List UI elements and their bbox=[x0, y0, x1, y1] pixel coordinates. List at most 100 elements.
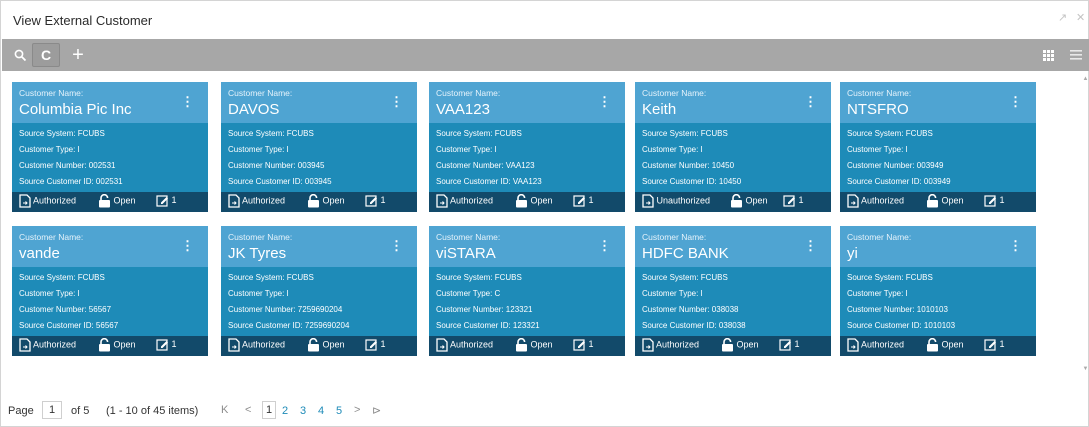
document-icon bbox=[228, 338, 240, 352]
authorization-status[interactable]: Authorized bbox=[847, 338, 904, 352]
more-options-icon[interactable]: ⋮ bbox=[1009, 238, 1022, 254]
vertical-scrollbar[interactable]: ▲ ▼ bbox=[1082, 76, 1089, 376]
toolbar: C + bbox=[2, 39, 1089, 71]
customer-card[interactable]: Customer Name: JK Tyres ⋮ Source System: FC… bbox=[221, 226, 417, 356]
card-footer: Authorized Open 1 bbox=[429, 336, 625, 356]
edit-count[interactable]: 1 bbox=[779, 338, 800, 351]
next-page-button[interactable]: > bbox=[354, 404, 360, 416]
prev-page-button[interactable]: < bbox=[245, 404, 251, 416]
source-system: Source System: FCUBS bbox=[19, 273, 105, 282]
page-link-2[interactable]: 2 bbox=[282, 405, 288, 417]
page-label: Page bbox=[8, 405, 34, 417]
more-options-icon[interactable]: ⋮ bbox=[598, 238, 611, 254]
customer-type: Customer Type: I bbox=[228, 145, 289, 154]
authorization-status[interactable]: Authorized bbox=[228, 194, 285, 208]
customer-card[interactable]: Customer Name: yi ⋮ Source System: FCUBS Cus… bbox=[840, 226, 1036, 356]
lock-status[interactable]: Open bbox=[926, 338, 964, 352]
unlock-icon bbox=[516, 338, 527, 352]
lock-status[interactable]: Open bbox=[515, 194, 553, 208]
edit-count[interactable]: 1 bbox=[984, 338, 1005, 351]
edit-count[interactable]: 1 bbox=[783, 194, 804, 207]
close-icon[interactable]: ✕ bbox=[1076, 11, 1085, 24]
lock-status[interactable]: Open bbox=[98, 338, 136, 352]
maximize-icon[interactable]: ↗ bbox=[1058, 11, 1067, 24]
customer-card[interactable]: Customer Name: Columbia Pic Inc ⋮ Source Sy… bbox=[12, 82, 208, 212]
customer-name-label: Customer Name: bbox=[19, 88, 84, 98]
lock-status[interactable]: Open bbox=[307, 194, 345, 208]
first-page-button[interactable]: K bbox=[221, 404, 228, 416]
lock-status[interactable]: Open bbox=[515, 338, 553, 352]
customer-number: Customer Number: 123321 bbox=[436, 305, 533, 314]
customer-card[interactable]: Customer Name: DAVOS ⋮ Source System: FCUBS… bbox=[221, 82, 417, 212]
customer-name-label: Customer Name: bbox=[228, 88, 293, 98]
lock-label: Open bbox=[113, 195, 136, 206]
scroll-down-icon[interactable]: ▼ bbox=[1082, 366, 1089, 372]
grid-view-icon[interactable] bbox=[1036, 43, 1060, 67]
lock-status[interactable]: Open bbox=[721, 338, 759, 352]
edit-count-value: 1 bbox=[171, 338, 177, 349]
edit-count[interactable]: 1 bbox=[365, 194, 386, 207]
customer-name-value: Keith bbox=[642, 101, 677, 118]
more-options-icon[interactable]: ⋮ bbox=[390, 238, 403, 254]
add-icon[interactable]: + bbox=[66, 43, 90, 67]
edit-count[interactable]: 1 bbox=[365, 338, 386, 351]
authorization-status[interactable]: Authorized bbox=[19, 194, 76, 208]
source-system: Source System: FCUBS bbox=[19, 129, 105, 138]
more-options-icon[interactable]: ⋮ bbox=[181, 94, 194, 110]
title-bar: View External Customer ↗ ✕ bbox=[1, 1, 1088, 39]
source-system: Source System: FCUBS bbox=[642, 273, 728, 282]
edit-count[interactable]: 1 bbox=[573, 194, 594, 207]
card-header: Customer Name: Columbia Pic Inc ⋮ bbox=[12, 82, 208, 123]
customer-card[interactable]: Customer Name: VAA123 ⋮ Source System: FCUB… bbox=[429, 82, 625, 212]
more-options-icon[interactable]: ⋮ bbox=[390, 94, 403, 110]
authorization-status[interactable]: Authorized bbox=[228, 338, 285, 352]
document-icon bbox=[642, 194, 654, 208]
customer-number: Customer Number: 038038 bbox=[642, 305, 739, 314]
customer-number: Customer Number: VAA123 bbox=[436, 161, 535, 170]
lock-label: Open bbox=[745, 195, 768, 206]
authorization-status[interactable]: Authorized bbox=[847, 194, 904, 208]
page-link-5[interactable]: 5 bbox=[336, 405, 342, 417]
lock-status[interactable]: Open bbox=[730, 194, 768, 208]
edit-icon bbox=[156, 339, 168, 351]
lock-label: Open bbox=[941, 195, 964, 206]
scroll-up-icon[interactable]: ▲ bbox=[1082, 76, 1089, 82]
authorization-status[interactable]: Authorized bbox=[19, 338, 76, 352]
page-link-1[interactable]: 1 bbox=[262, 401, 276, 419]
more-options-icon[interactable]: ⋮ bbox=[804, 238, 817, 254]
more-options-icon[interactable]: ⋮ bbox=[804, 94, 817, 110]
customer-name-label: Customer Name: bbox=[642, 232, 707, 242]
edit-count-value: 1 bbox=[171, 194, 177, 205]
refresh-icon[interactable]: C bbox=[32, 43, 60, 67]
page-link-3[interactable]: 3 bbox=[300, 405, 306, 417]
customer-number: Customer Number: 56567 bbox=[19, 305, 112, 314]
customer-card[interactable]: Customer Name: NTSFRO ⋮ Source System: FCUB… bbox=[840, 82, 1036, 212]
customer-name-label: Customer Name: bbox=[436, 88, 501, 98]
customer-card[interactable]: Customer Name: vande ⋮ Source System: FCUBS… bbox=[12, 226, 208, 356]
lock-status[interactable]: Open bbox=[307, 338, 345, 352]
customer-card[interactable]: Customer Name: viSTARA ⋮ Source System: FCU… bbox=[429, 226, 625, 356]
edit-count[interactable]: 1 bbox=[573, 338, 594, 351]
edit-count[interactable]: 1 bbox=[156, 194, 177, 207]
authorization-status[interactable]: Authorized bbox=[436, 194, 493, 208]
customer-card[interactable]: Customer Name: HDFC BANK ⋮ Source System: F… bbox=[635, 226, 831, 356]
edit-count[interactable]: 1 bbox=[984, 194, 1005, 207]
more-options-icon[interactable]: ⋮ bbox=[1009, 94, 1022, 110]
last-page-button[interactable]: ⊳ bbox=[372, 404, 381, 417]
customer-card[interactable]: Customer Name: Keith ⋮ Source System: FCUBS… bbox=[635, 82, 831, 212]
customer-name-label: Customer Name: bbox=[228, 232, 293, 242]
more-options-icon[interactable]: ⋮ bbox=[181, 238, 194, 254]
lock-status[interactable]: Open bbox=[926, 194, 964, 208]
page-number-input[interactable]: 1 bbox=[42, 401, 62, 419]
authorization-status[interactable]: Unauthorized bbox=[642, 194, 710, 208]
authorization-status[interactable]: Authorized bbox=[436, 338, 493, 352]
search-icon[interactable] bbox=[8, 43, 32, 67]
lock-status[interactable]: Open bbox=[98, 194, 136, 208]
list-view-icon[interactable] bbox=[1064, 43, 1088, 67]
pagination-bar: Page 1 of 5 (1 - 10 of 45 items) K < 1 2… bbox=[1, 397, 1088, 427]
source-system: Source System: FCUBS bbox=[847, 129, 933, 138]
page-link-4[interactable]: 4 bbox=[318, 405, 324, 417]
authorization-status[interactable]: Authorized bbox=[642, 338, 699, 352]
edit-count[interactable]: 1 bbox=[156, 338, 177, 351]
more-options-icon[interactable]: ⋮ bbox=[598, 94, 611, 110]
